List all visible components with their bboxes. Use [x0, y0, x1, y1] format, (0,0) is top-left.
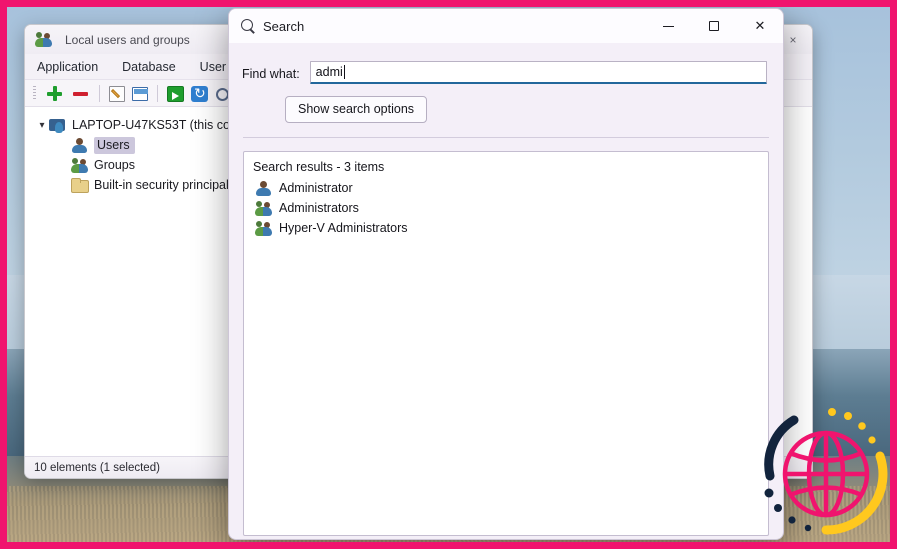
tree-item-label: Groups [94, 158, 135, 172]
text-caret [343, 65, 345, 79]
toolbar-separator-1 [99, 84, 100, 102]
search-options-row: Show search options [229, 84, 783, 123]
toolbar-separator-2 [157, 84, 158, 102]
group-icon [71, 157, 88, 174]
screen-frame: Local users and groups × Application Dat… [0, 0, 897, 549]
search-dialog-window-buttons: ✕ [645, 9, 783, 43]
menu-item-database[interactable]: Database [122, 60, 176, 74]
chevron-down-icon[interactable]: ▾ [35, 120, 49, 131]
users-groups-icon [35, 31, 52, 48]
find-what-row: Find what: admi [229, 43, 783, 84]
search-results-panel[interactable]: Search results - 3 items Administrator A… [243, 151, 769, 536]
computer-icon [49, 117, 66, 134]
magnifier-icon [241, 19, 255, 33]
result-item-administrator[interactable]: Administrator [253, 178, 768, 198]
minimize-icon [662, 25, 674, 27]
find-what-value: admi [315, 65, 343, 79]
user-icon [255, 180, 272, 197]
minimize-button[interactable] [645, 9, 691, 43]
result-item-administrators[interactable]: Administrators [253, 198, 768, 218]
delete-icon[interactable] [71, 84, 90, 103]
menu-item-user[interactable]: User [200, 60, 226, 74]
tree-item-label: Users [94, 136, 135, 154]
tree-item-label: Built-in security principals [94, 178, 236, 192]
find-what-input[interactable]: admi [309, 61, 767, 84]
properties-icon[interactable] [132, 87, 148, 101]
result-item-label: Hyper-V Administrators [279, 221, 408, 235]
menu-item-application[interactable]: Application [37, 60, 98, 74]
maximize-button[interactable] [691, 9, 737, 43]
show-search-options-button[interactable]: Show search options [285, 96, 428, 123]
search-dialog-title: Search [263, 18, 305, 34]
edit-icon[interactable] [109, 85, 125, 102]
export-icon[interactable] [167, 85, 184, 102]
maximize-icon [709, 21, 719, 31]
close-button[interactable]: ✕ [737, 9, 783, 43]
background-window-title: Local users and groups [65, 32, 190, 47]
result-item-label: Administrators [279, 201, 359, 215]
refresh-icon[interactable] [191, 84, 208, 102]
toolbar-grip[interactable] [33, 85, 36, 101]
search-dialog[interactable]: Search ✕ Find what: admi Show search opt… [228, 8, 784, 540]
result-item-hyper-v-administrators[interactable]: Hyper-V Administrators [253, 218, 768, 238]
dialog-divider [243, 137, 769, 138]
desktop: Local users and groups × Application Dat… [7, 7, 890, 542]
group-icon [255, 200, 272, 217]
folder-icon [71, 177, 89, 194]
user-icon [71, 137, 88, 154]
search-dialog-titlebar[interactable]: Search ✕ [229, 9, 783, 43]
find-what-label: Find what: [242, 67, 300, 81]
result-item-label: Administrator [279, 181, 353, 195]
add-icon[interactable] [45, 84, 64, 103]
group-icon [255, 220, 272, 237]
search-results-header: Search results - 3 items [253, 160, 385, 174]
